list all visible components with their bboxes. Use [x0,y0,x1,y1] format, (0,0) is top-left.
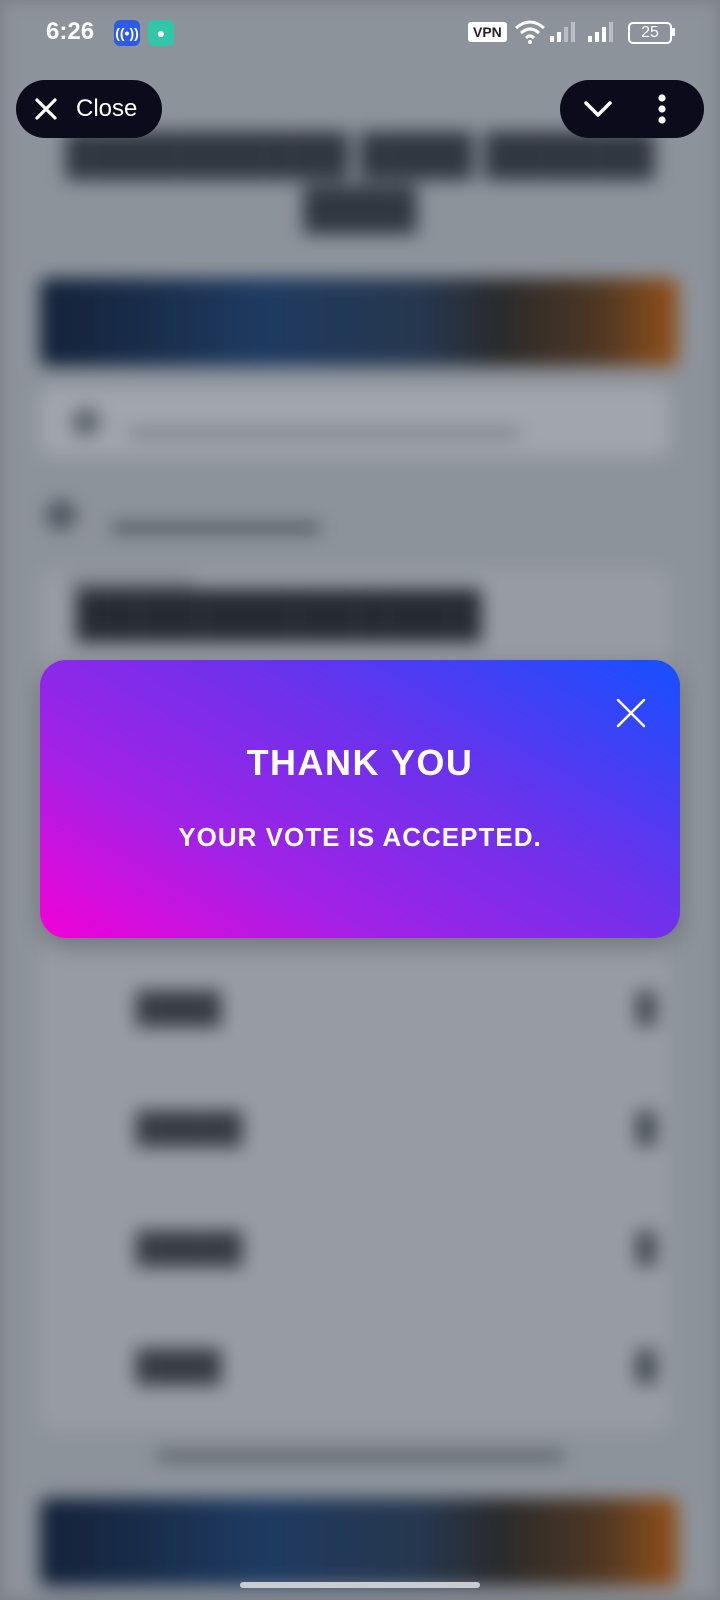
close-icon [35,98,57,120]
signal-icon [588,22,613,42]
status-bar: 6:26 ((•)) ● VPN 25 [0,0,720,64]
chevron-down-icon[interactable] [582,97,614,121]
modal-message: YOUR VOTE IS ACCEPTED. [178,822,542,852]
vote-accepted-modal: THANK YOU YOUR VOTE IS ACCEPTED. [40,660,680,938]
vpn-badge: VPN [468,22,507,42]
signal-icon [550,22,575,42]
more-vertical-icon[interactable] [656,94,668,124]
close-button[interactable]: Close [16,80,162,138]
battery-tip [672,28,675,36]
chat-icon: ● [148,20,174,46]
wifi-icon [515,20,545,44]
battery-indicator: 25 [628,22,672,44]
hotspot-icon: ((•)) [114,20,140,46]
modal-title: THANK YOU [246,742,474,783]
status-time: 6:26 [46,18,95,45]
home-indicator[interactable] [240,1582,480,1588]
close-label: Close [76,95,138,122]
modal-close-icon[interactable] [616,698,646,728]
browser-menu-pill [560,80,704,138]
